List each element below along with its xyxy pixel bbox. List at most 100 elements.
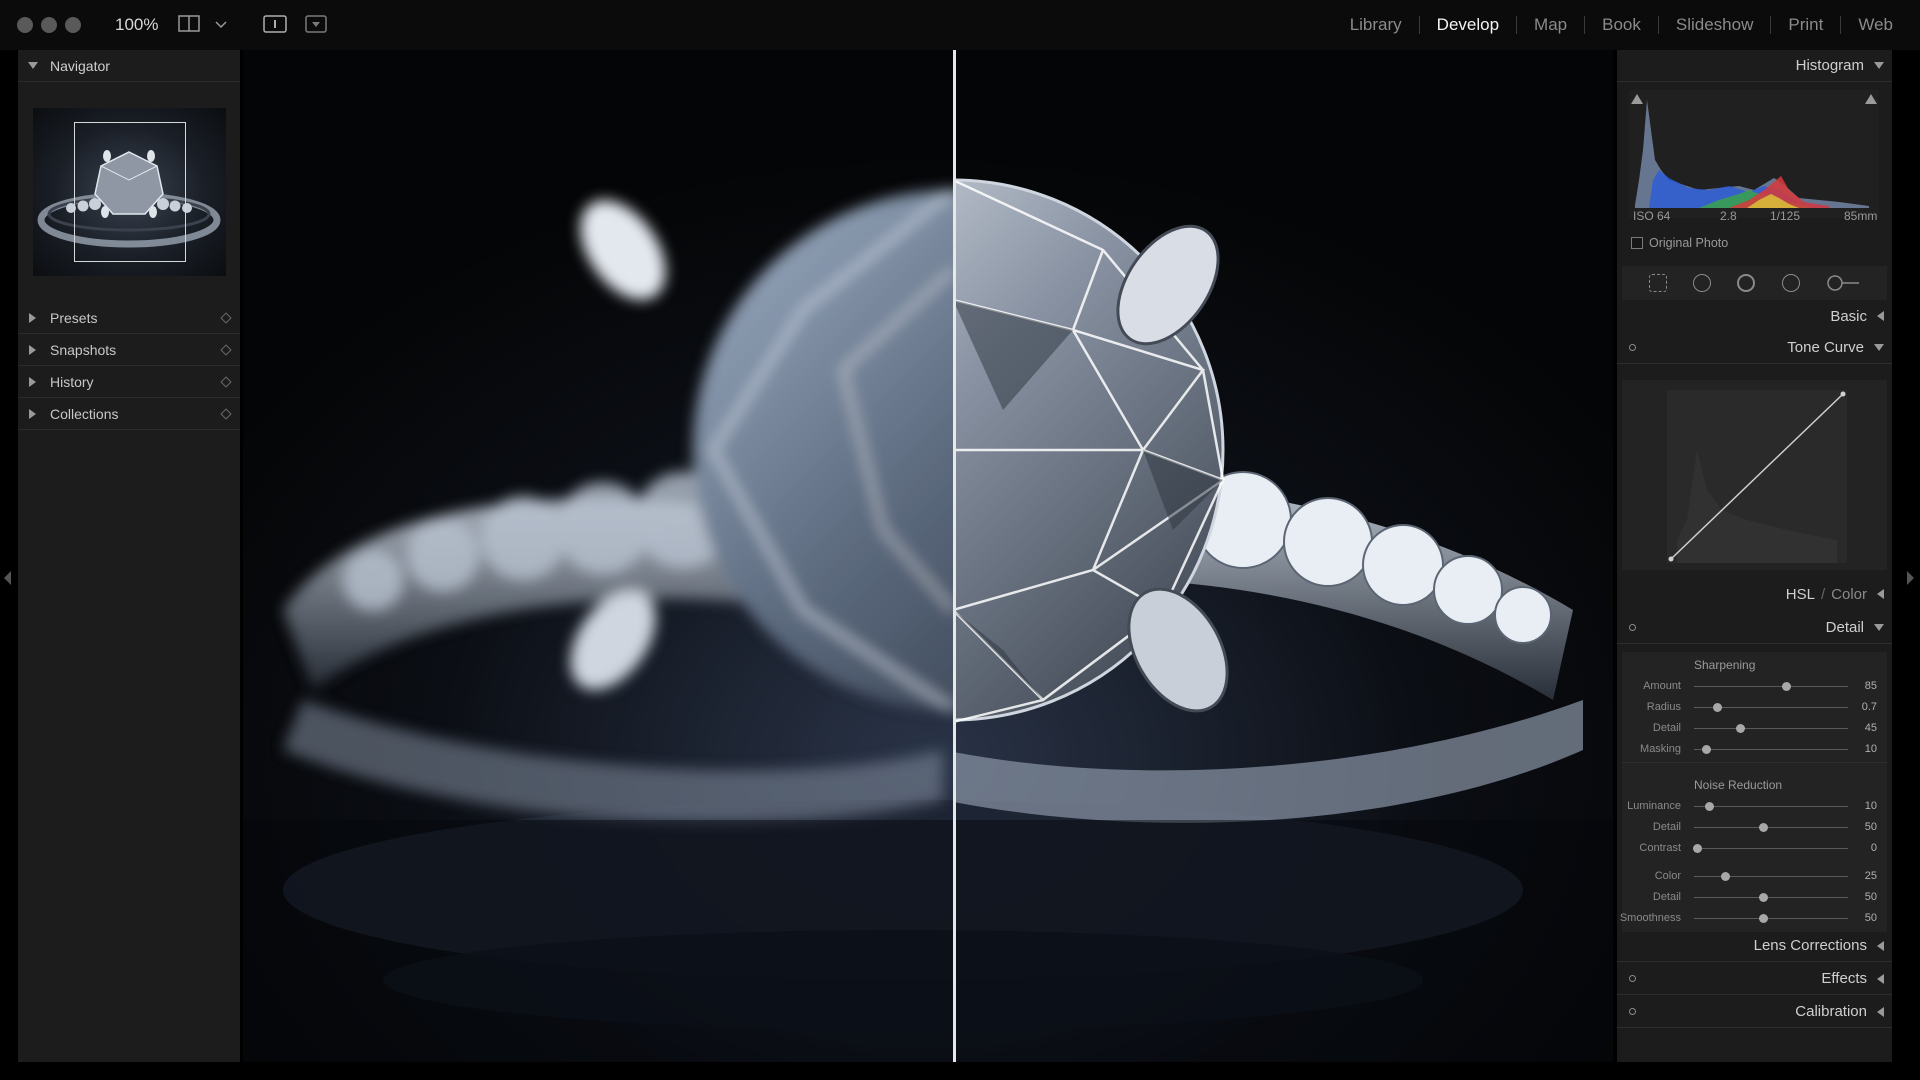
slider-contrast[interactable]: Contrast 0: [1622, 840, 1887, 857]
slider-knob[interactable]: [1782, 682, 1792, 691]
slider-track[interactable]: [1694, 728, 1848, 729]
module-tab-print[interactable]: Print: [1771, 16, 1842, 34]
slider-track[interactable]: [1694, 806, 1848, 807]
slider-track[interactable]: [1694, 827, 1848, 828]
slider-value[interactable]: 25: [1865, 870, 1877, 882]
slider-track[interactable]: [1694, 848, 1848, 849]
diamond-icon: [220, 375, 232, 388]
slider-track[interactable]: [1694, 749, 1848, 750]
left-panel-toggle-icon[interactable]: [4, 571, 11, 585]
basic-header[interactable]: Basic: [1617, 300, 1892, 332]
module-tab-develop[interactable]: Develop: [1420, 16, 1518, 34]
adjustment-brush-icon[interactable]: [1826, 274, 1860, 292]
slider-radius[interactable]: Radius 0.7: [1622, 699, 1887, 716]
slider-knob[interactable]: [1705, 802, 1715, 811]
slider-knob[interactable]: [1713, 703, 1723, 712]
slider-value[interactable]: 85: [1865, 680, 1877, 692]
slider-knob[interactable]: [1759, 914, 1769, 923]
histogram-header[interactable]: Histogram: [1617, 50, 1892, 82]
history-panel[interactable]: History: [18, 366, 240, 398]
navigator-preview[interactable]: [33, 108, 226, 276]
presets-panel[interactable]: Presets: [18, 302, 240, 334]
slider-track[interactable]: [1694, 897, 1848, 898]
module-tab-library[interactable]: Library: [1333, 16, 1420, 34]
radial-filter-icon[interactable]: [1781, 274, 1800, 292]
slider-knob[interactable]: [1702, 745, 1712, 754]
slider-knob[interactable]: [1759, 823, 1769, 832]
red-eye-icon[interactable]: [1737, 274, 1756, 292]
crop-tool-icon[interactable]: [1649, 274, 1668, 292]
slider-value[interactable]: 50: [1865, 891, 1877, 903]
slider-value[interactable]: 10: [1865, 800, 1877, 812]
navigator-viewport-frame[interactable]: [74, 122, 186, 262]
module-tab-web[interactable]: Web: [1841, 16, 1910, 34]
slider-detail[interactable]: Detail 50: [1622, 889, 1887, 906]
panel-toggle-icon[interactable]: [1629, 624, 1636, 631]
slider-label: Luminance: [1627, 800, 1681, 812]
tone-curve-graph[interactable]: [1667, 390, 1847, 563]
slider-luminance[interactable]: Luminance 10: [1622, 798, 1887, 815]
slider-knob[interactable]: [1759, 893, 1769, 902]
slider-label: Smoothness: [1619, 912, 1681, 924]
detail-header[interactable]: Detail: [1617, 612, 1892, 644]
photo-canvas[interactable]: [243, 50, 1613, 1062]
slider-knob[interactable]: [1736, 724, 1746, 733]
slider-value[interactable]: 50: [1865, 821, 1877, 833]
calibration-header[interactable]: Calibration: [1617, 996, 1892, 1028]
layout-icon[interactable]: [178, 14, 200, 34]
expand-triangle-icon: [1877, 973, 1884, 984]
slider-detail[interactable]: Detail 45: [1622, 720, 1887, 737]
slider-smoothness[interactable]: Smoothness 50: [1619, 910, 1887, 927]
add-icon[interactable]: [305, 14, 327, 34]
before-after-icon[interactable]: [263, 14, 287, 34]
slider-value[interactable]: 50: [1865, 912, 1877, 924]
slider-value[interactable]: 0.7: [1862, 701, 1877, 713]
panel-toggle-icon[interactable]: [1629, 975, 1636, 982]
tone-curve-header[interactable]: Tone Curve: [1617, 332, 1892, 364]
color-tab[interactable]: Color: [1831, 586, 1867, 603]
slider-value[interactable]: 10: [1865, 743, 1877, 755]
module-tab-map[interactable]: Map: [1517, 16, 1586, 34]
hsl-color-header[interactable]: HSL / Color: [1617, 578, 1892, 610]
panel-toggle-icon[interactable]: [1629, 344, 1636, 351]
before-after-split-handle[interactable]: [953, 50, 956, 1062]
zoom-level[interactable]: 100%: [115, 15, 158, 35]
snapshots-panel[interactable]: Snapshots: [18, 334, 240, 366]
lens-corrections-header[interactable]: Lens Corrections: [1617, 930, 1892, 962]
slider-detail[interactable]: Detail 50: [1622, 819, 1887, 836]
slider-track[interactable]: [1694, 686, 1848, 687]
slider-track[interactable]: [1694, 876, 1848, 877]
navigator-header[interactable]: Navigator: [18, 50, 240, 82]
slider-value[interactable]: 45: [1865, 722, 1877, 734]
original-photo-checkbox[interactable]: Original Photo: [1631, 236, 1728, 250]
expand-triangle-icon: [29, 376, 36, 387]
spot-removal-icon[interactable]: [1693, 274, 1712, 292]
hsl-color-label: HSL / Color: [1785, 585, 1867, 603]
tone-curve-editor[interactable]: [1622, 380, 1887, 570]
minimize-window-button[interactable]: [41, 17, 57, 33]
collections-panel[interactable]: Collections: [18, 398, 240, 430]
chevron-down-icon[interactable]: [215, 20, 227, 30]
slider-color[interactable]: Color 25: [1622, 868, 1887, 885]
slider-masking[interactable]: Masking 10: [1622, 741, 1887, 758]
zoom-window-button[interactable]: [65, 17, 81, 33]
slider-track[interactable]: [1694, 918, 1848, 919]
histogram[interactable]: [1629, 90, 1879, 218]
module-tab-slideshow[interactable]: Slideshow: [1659, 16, 1772, 34]
panel-toggle-icon[interactable]: [1629, 1008, 1636, 1015]
slider-knob[interactable]: [1693, 844, 1703, 853]
module-tab-book[interactable]: Book: [1585, 16, 1659, 34]
exif-iso: ISO 64: [1633, 209, 1671, 223]
right-panel-toggle-icon[interactable]: [1907, 571, 1914, 585]
close-window-button[interactable]: [17, 17, 33, 33]
slider-knob[interactable]: [1720, 872, 1730, 881]
slider-label: Detail: [1652, 891, 1681, 903]
slider-amount[interactable]: Amount 85: [1622, 678, 1887, 695]
histogram-label: Histogram: [1795, 57, 1864, 74]
diamond-ring-photo: [243, 50, 1613, 1062]
slider-value[interactable]: 0: [1871, 842, 1877, 854]
tool-strip: [1622, 266, 1887, 300]
hsl-tab[interactable]: HSL: [1786, 586, 1815, 603]
effects-header[interactable]: Effects: [1617, 963, 1892, 995]
expand-triangle-icon: [1877, 940, 1884, 951]
